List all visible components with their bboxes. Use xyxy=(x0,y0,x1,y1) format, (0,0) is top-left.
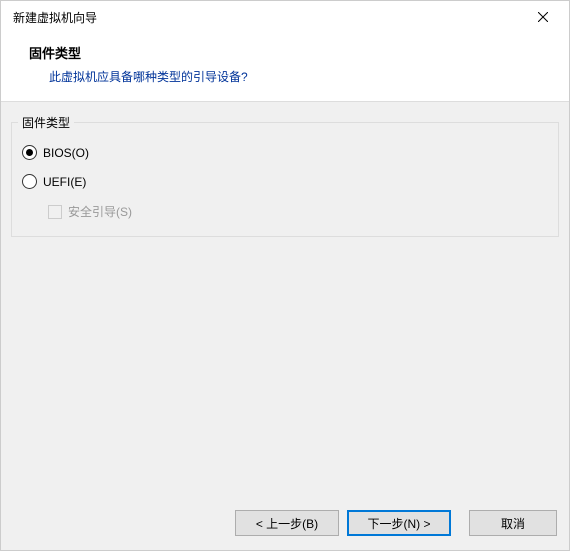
checkbox-icon xyxy=(48,205,62,219)
close-button[interactable] xyxy=(529,3,557,31)
radio-bios[interactable]: BIOS(O) xyxy=(22,145,548,160)
checkbox-secure-boot-label: 安全引导(S) xyxy=(68,203,132,220)
titlebar: 新建虚拟机向导 xyxy=(1,1,569,33)
radio-icon xyxy=(22,145,37,160)
wizard-footer: < 上一步(B) 下一步(N) > 取消 xyxy=(1,500,569,550)
main-panel: 固件类型 BIOS(O) UEFI(E) 安全引导(S) xyxy=(1,102,569,500)
firmware-groupbox: 固件类型 BIOS(O) UEFI(E) 安全引导(S) xyxy=(11,122,559,237)
close-icon xyxy=(538,12,548,22)
cancel-button[interactable]: 取消 xyxy=(469,510,557,536)
wizard-header: 固件类型 此虚拟机应具备哪种类型的引导设备? xyxy=(1,33,569,101)
radio-icon xyxy=(22,174,37,189)
page-subheading: 此虚拟机应具备哪种类型的引导设备? xyxy=(29,68,549,85)
radio-uefi[interactable]: UEFI(E) xyxy=(22,174,548,189)
checkbox-secure-boot: 安全引导(S) xyxy=(48,203,548,220)
groupbox-legend: 固件类型 xyxy=(18,114,74,131)
window-title: 新建虚拟机向导 xyxy=(13,9,97,26)
radio-uefi-label: UEFI(E) xyxy=(43,175,86,189)
radio-bios-label: BIOS(O) xyxy=(43,146,89,160)
back-button[interactable]: < 上一步(B) xyxy=(235,510,339,536)
next-button[interactable]: 下一步(N) > xyxy=(347,510,451,536)
page-heading: 固件类型 xyxy=(29,43,549,62)
